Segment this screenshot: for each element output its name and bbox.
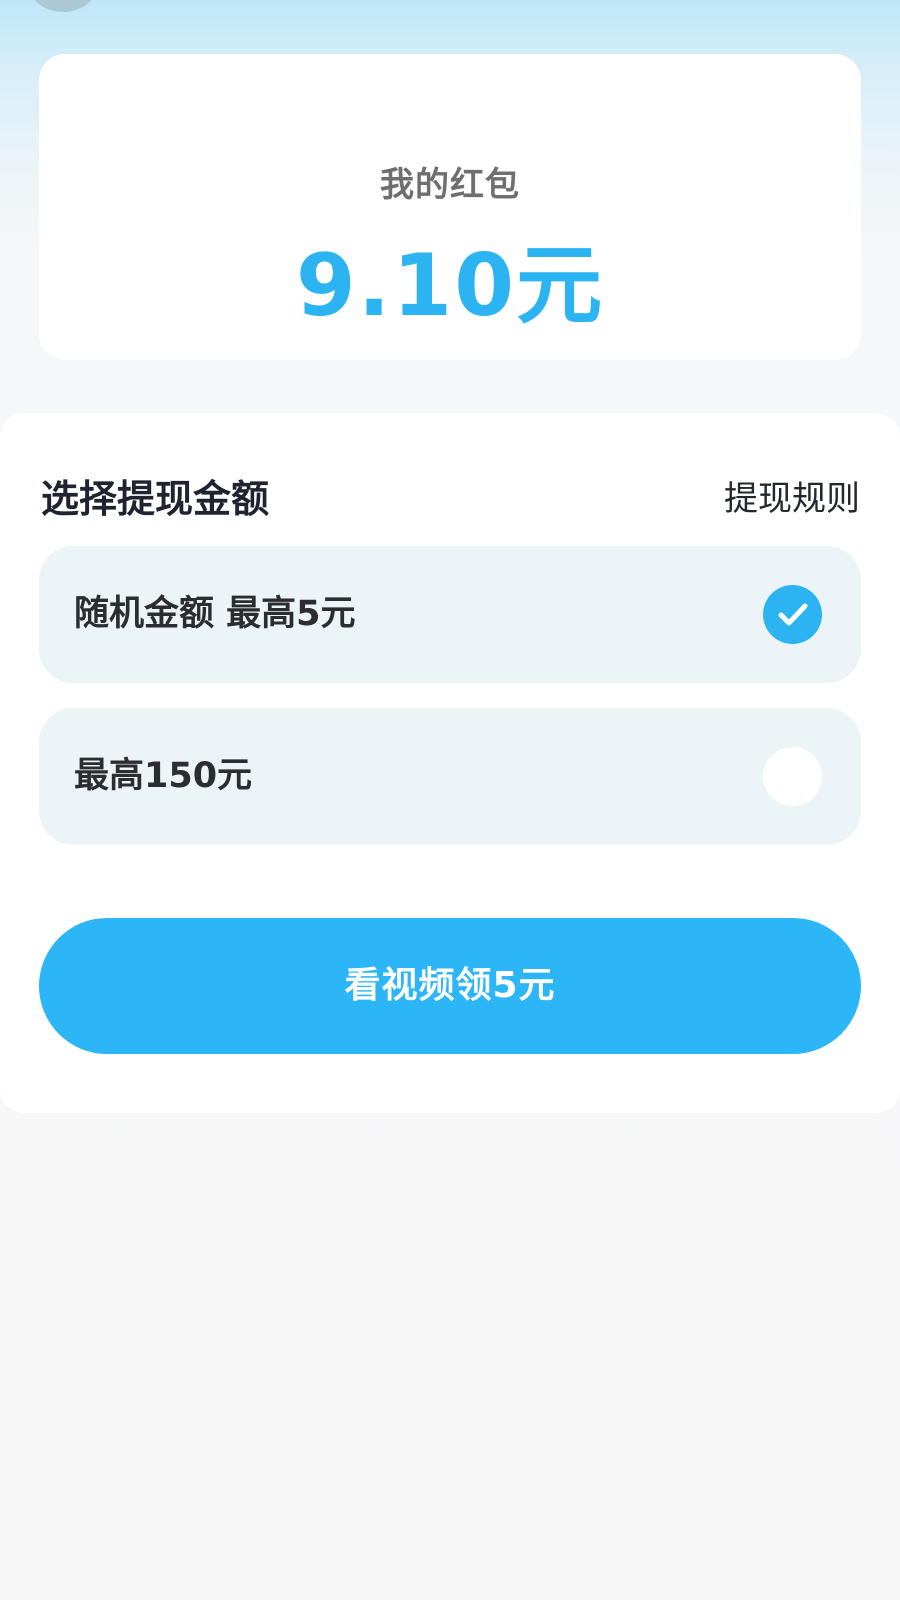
withdraw-rules-link[interactable]: 提现规则 — [724, 475, 860, 523]
withdraw-option-random-amount[interactable]: 随机金额 最高5元 — [39, 546, 861, 683]
red-packet-balance-card: 我的红包 9.10元 — [39, 54, 861, 360]
option-label: 随机金额 最高5元 — [74, 594, 356, 634]
selected-radio-icon[interactable] — [763, 585, 822, 644]
check-icon — [778, 603, 808, 626]
radio-empty-icon[interactable] — [763, 747, 822, 806]
back-button-circle[interactable] — [28, 0, 98, 12]
option-label: 最高150元 — [74, 756, 253, 796]
withdraw-option-max-150[interactable]: 最高150元 — [39, 708, 861, 845]
balance-title: 我的红包 — [380, 165, 520, 205]
withdraw-section-title: 选择提现金额 — [41, 477, 270, 521]
watch-video-claim-button[interactable]: 看视频领5元 — [39, 918, 861, 1054]
balance-amount: 9.10元 — [295, 236, 605, 336]
